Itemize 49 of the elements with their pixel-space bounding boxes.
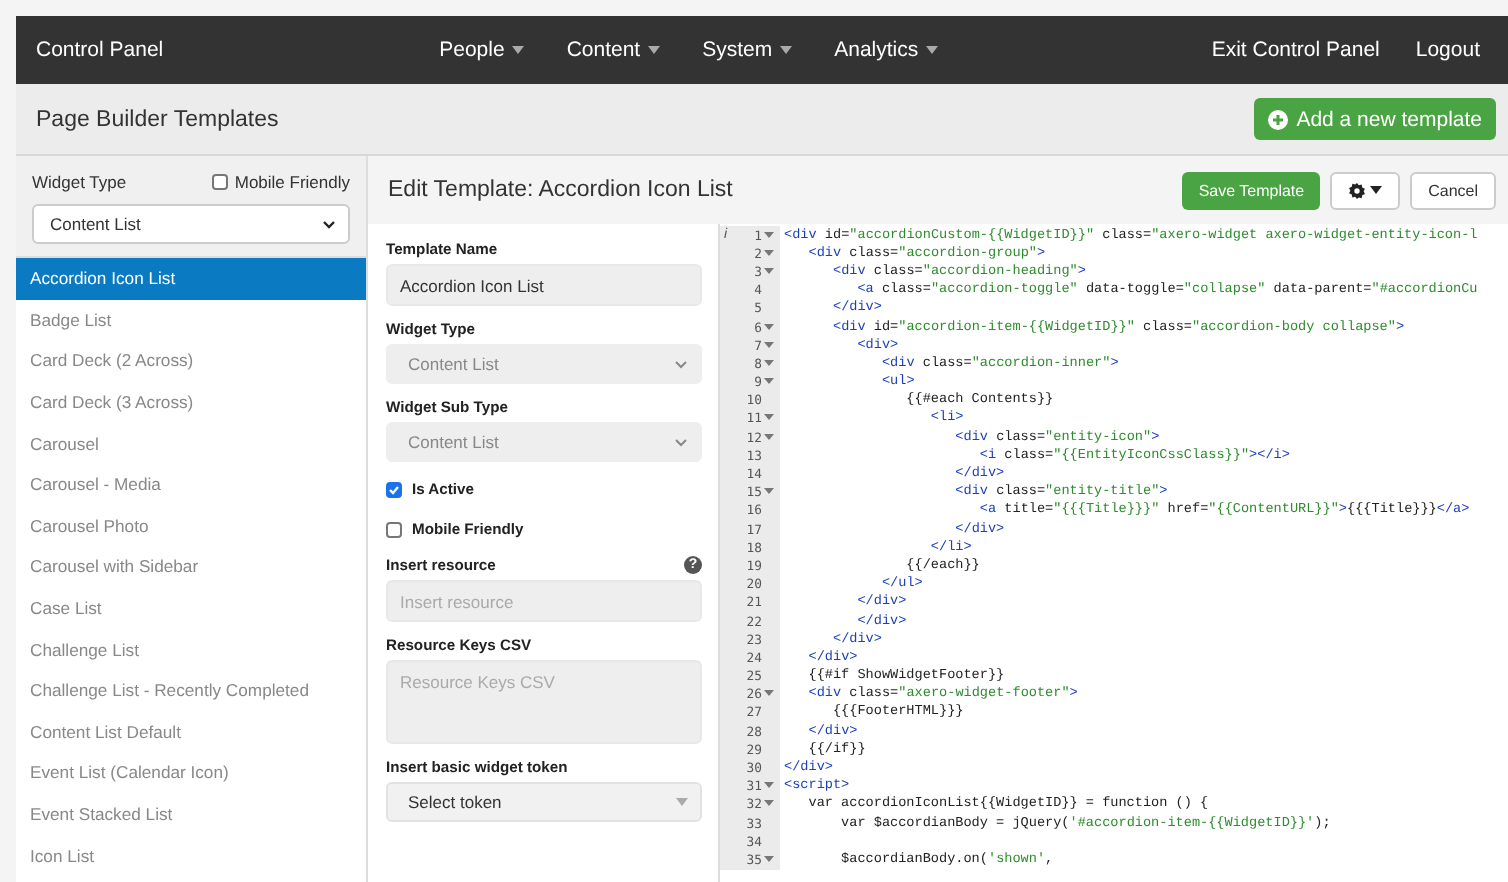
nav-link[interactable]: Exit Control Panel	[1211, 38, 1380, 62]
fold-caret-icon[interactable]	[764, 782, 774, 789]
add-template-button[interactable]: Add a new template	[1254, 98, 1496, 140]
brand-link[interactable]: Control Panel	[36, 38, 164, 62]
checkbox[interactable]	[386, 521, 402, 537]
chevron-down-icon	[322, 219, 336, 229]
fold-caret-icon[interactable]	[764, 341, 774, 348]
fold-caret-icon[interactable]	[764, 378, 774, 385]
cancel-button[interactable]: Cancel	[1410, 171, 1496, 209]
template-list-item[interactable]: Accordion Icon List	[16, 258, 366, 300]
field-label: Widget Type	[32, 172, 127, 192]
fold-caret-icon[interactable]	[764, 690, 774, 697]
caret-icon	[926, 46, 939, 54]
nav-menu[interactable]: Content	[566, 38, 661, 62]
caret-icon	[648, 46, 661, 54]
chevron-down-icon	[674, 359, 688, 369]
editor-title: Edit Template: Accordion Icon List	[388, 178, 733, 202]
checkbox[interactable]	[212, 174, 229, 190]
checkbox[interactable]	[386, 481, 402, 497]
fold-caret-icon[interactable]	[764, 488, 774, 495]
nav-menu[interactable]: Analytics	[834, 38, 939, 62]
select-field[interactable]: Select token	[386, 782, 702, 822]
page-title: Page Builder Templates	[36, 107, 279, 131]
caret-icon	[780, 46, 793, 54]
fold-caret-icon[interactable]	[764, 267, 774, 274]
checkbox-label: Mobile Friendly	[234, 172, 350, 192]
nav-menu[interactable]: System	[702, 38, 793, 62]
fold-caret-icon[interactable]	[764, 231, 774, 238]
fold-caret-icon[interactable]	[764, 359, 774, 366]
fold-caret-icon[interactable]	[764, 800, 774, 807]
text-field[interactable]: Accordion Icon List	[386, 264, 702, 306]
chevron-down-icon	[674, 437, 688, 447]
settings-dropdown-button[interactable]	[1330, 171, 1401, 209]
fold-caret-icon[interactable]	[764, 249, 774, 256]
settings-icon	[1348, 181, 1367, 199]
plus-circle-icon	[1268, 109, 1289, 129]
fold-caret-icon[interactable]	[764, 414, 774, 421]
fold-caret-icon[interactable]	[764, 323, 774, 330]
caret-icon	[512, 46, 525, 54]
nav-menu[interactable]: People	[439, 38, 525, 62]
text-field[interactable]: Insert resource	[386, 580, 702, 622]
nav-link[interactable]: Logout	[1415, 38, 1480, 62]
caret-icon	[1370, 186, 1383, 194]
caret-icon	[676, 798, 688, 806]
widget-type-select[interactable]: Content List	[32, 204, 350, 244]
fold-caret-icon[interactable]	[764, 855, 774, 862]
save-template-button[interactable]: Save Template	[1182, 171, 1321, 209]
fold-caret-icon[interactable]	[764, 433, 774, 440]
text-area[interactable]: Resource Keys CSV	[386, 660, 702, 744]
